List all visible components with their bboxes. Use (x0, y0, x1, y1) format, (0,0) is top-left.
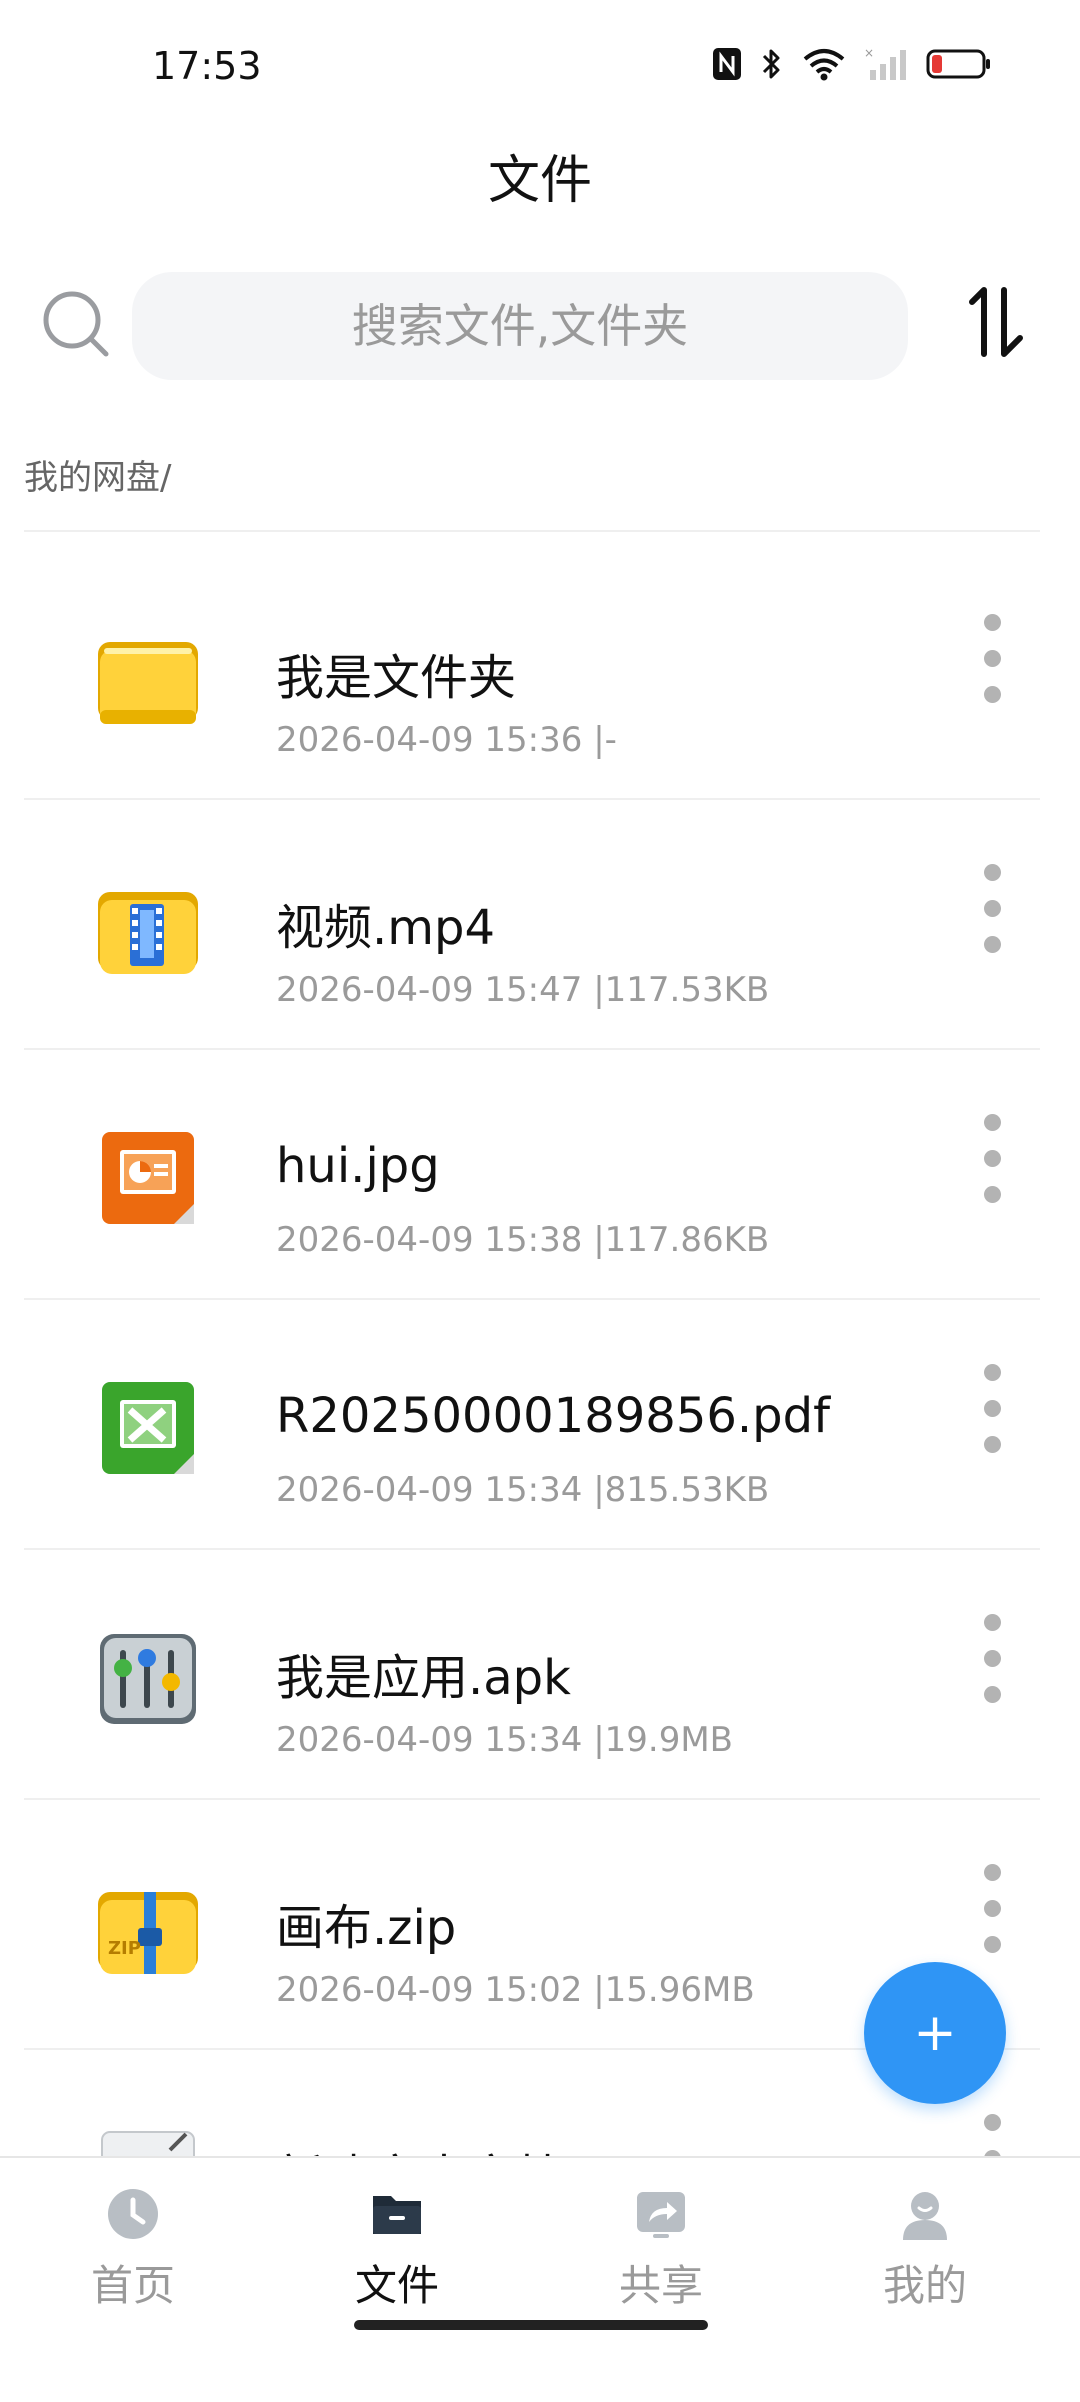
nav-label: 共享 (618, 2261, 703, 2310)
more-options-icon[interactable] (974, 1106, 1014, 1216)
bluetooth-icon (762, 49, 780, 79)
zip-archive-icon: ZIP (98, 1892, 198, 1974)
add-button[interactable]: + (864, 1962, 1006, 2104)
spreadsheet-file-icon (102, 1382, 194, 1474)
nfc-icon (713, 48, 741, 80)
status-icons: × (712, 46, 992, 82)
page-title: 文件 (487, 151, 592, 211)
status-time: 17:53 (152, 44, 262, 88)
nav-label: 我的 (882, 2261, 967, 2310)
app-package-icon (100, 1634, 196, 1724)
battery-icon (926, 49, 990, 79)
video-folder-icon (98, 892, 198, 974)
file-name: 我是文件夹 (276, 650, 517, 706)
more-options-icon[interactable] (974, 1356, 1014, 1466)
more-options-icon[interactable] (974, 1606, 1014, 1716)
file-meta: 2026-04-09 15:47 |117.53KB (276, 970, 770, 1010)
file-row[interactable]: 视频.mp4 2026-04-09 15:47 |117.53KB (24, 800, 1040, 1050)
file-name: 视频.mp4 (276, 900, 496, 956)
file-name: 画布.zip (276, 1900, 457, 1956)
folder-icon (98, 642, 198, 724)
file-row[interactable]: 我是应用.apk 2026-04-09 15:34 |19.9MB (24, 1550, 1040, 1800)
nav-item-profile[interactable]: 我的 (825, 2186, 1025, 2313)
file-name: hui.jpg (276, 1138, 440, 1194)
more-options-icon[interactable] (974, 856, 1014, 966)
search-input[interactable] (132, 298, 908, 354)
file-meta: 2026-04-09 15:34 |815.53KB (276, 1470, 770, 1510)
file-meta: 2026-04-09 15:02 |15.96MB (276, 1970, 755, 2010)
file-row[interactable]: 我是文件夹 2026-04-09 15:36 |- (24, 550, 1040, 800)
wifi-icon (803, 49, 845, 81)
user-icon (903, 2192, 947, 2240)
clock-icon (108, 2189, 158, 2239)
file-name: 我是应用.apk (276, 1650, 571, 1706)
search-box[interactable] (132, 272, 908, 380)
svg-text:ZIP: ZIP (108, 1938, 141, 1959)
breadcrumb[interactable]: 我的网盘/ (24, 450, 171, 499)
nav-label: 首页 (90, 2261, 175, 2310)
file-name: R20250000189856.pdf (276, 1388, 830, 1444)
status-bar: 17:53 × (0, 0, 1080, 130)
divider (24, 530, 1040, 532)
presentation-file-icon (102, 1132, 194, 1224)
signal-icon: × (864, 46, 906, 80)
home-indicator[interactable] (354, 2320, 708, 2330)
folder-nav-icon (373, 2196, 421, 2234)
bottom-nav: 首页 文件 共享 我的 (0, 2156, 1080, 2402)
search-icon[interactable] (40, 288, 112, 360)
nav-label: 文件 (354, 2261, 439, 2310)
svg-text:×: × (864, 46, 874, 60)
share-icon (637, 2192, 685, 2238)
more-options-icon[interactable] (974, 1856, 1014, 1966)
file-row[interactable]: hui.jpg 2026-04-09 15:38 |117.86KB (24, 1050, 1040, 1300)
sort-icon[interactable] (960, 282, 1032, 362)
more-options-icon[interactable] (974, 606, 1014, 716)
file-meta: 2026-04-09 15:34 |19.9MB (276, 1720, 734, 1760)
nav-item-home[interactable]: 首页 (33, 2186, 233, 2313)
file-meta: 2026-04-09 15:38 |117.86KB (276, 1220, 770, 1260)
nav-item-files[interactable]: 文件 (297, 2186, 497, 2313)
file-row[interactable]: R20250000189856.pdf 2026-04-09 15:34 |81… (24, 1300, 1040, 1550)
nav-item-share[interactable]: 共享 (561, 2186, 761, 2313)
file-meta: 2026-04-09 15:36 |- (276, 720, 617, 760)
